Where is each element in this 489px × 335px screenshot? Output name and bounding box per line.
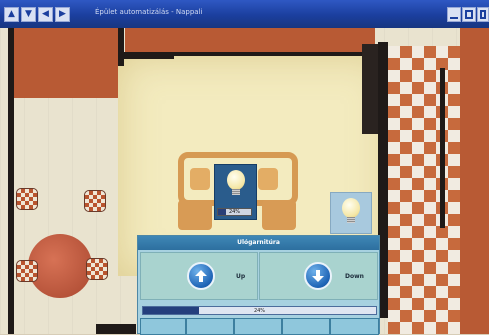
tile-floor-right (388, 46, 460, 334)
up-label: Up (236, 273, 246, 280)
down-label: Down (345, 273, 364, 280)
wall (8, 28, 14, 334)
position-progress-bar: 24% (142, 306, 377, 315)
up-button[interactable]: Up (140, 252, 258, 300)
armchair (178, 200, 212, 230)
up-arrow-icon[interactable]: ▲ (4, 7, 19, 22)
close-icon[interactable] (477, 7, 489, 22)
lamp-tile-living-room[interactable]: 24% (214, 164, 257, 220)
preset-button[interactable] (282, 318, 330, 335)
wall (96, 324, 136, 334)
tile-floor-left (14, 28, 118, 98)
lamp-level-value: 24% (228, 209, 241, 215)
preset-button[interactable] (234, 318, 282, 335)
down-arrow-icon (304, 262, 332, 290)
preset-button[interactable] (140, 318, 186, 335)
light-bulb-icon (226, 170, 245, 195)
dining-chair (16, 188, 38, 210)
down-button[interactable]: Down (259, 252, 378, 300)
tile-floor-top (125, 28, 375, 52)
preset-button[interactable] (330, 318, 379, 335)
wall (118, 28, 124, 66)
down-arrow-icon[interactable]: ▼ (21, 7, 36, 22)
back-arrow-icon[interactable]: ◀ (38, 7, 53, 22)
armchair (262, 200, 296, 230)
dining-chair (84, 190, 106, 212)
position-progress-value: 24% (253, 308, 266, 314)
tile-floor-right-edge (460, 28, 489, 334)
lamp-level-bar: 24% (217, 208, 252, 216)
panel-title: Ulógarnitúra (138, 236, 379, 250)
window-title: Épület automatizálás - Nappali (95, 8, 203, 16)
dining-chair (86, 258, 108, 280)
forward-arrow-icon[interactable]: ▶ (55, 7, 70, 22)
maximize-icon[interactable] (462, 7, 476, 22)
preset-button[interactable] (186, 318, 234, 335)
wall (124, 56, 174, 59)
dining-chair (16, 260, 38, 282)
window-titlebar: ▲ ▼ ◀ ▶ Épület automatizálás - Nappali (0, 0, 489, 28)
control-panel: Ulógarnitúra Up Down 24% (137, 235, 380, 335)
minimize-icon[interactable] (447, 7, 461, 22)
wall (440, 68, 445, 228)
wall (362, 44, 378, 134)
light-bulb-icon (342, 198, 360, 223)
lamp-tile-corner[interactable] (330, 192, 372, 234)
up-arrow-icon (187, 262, 215, 290)
